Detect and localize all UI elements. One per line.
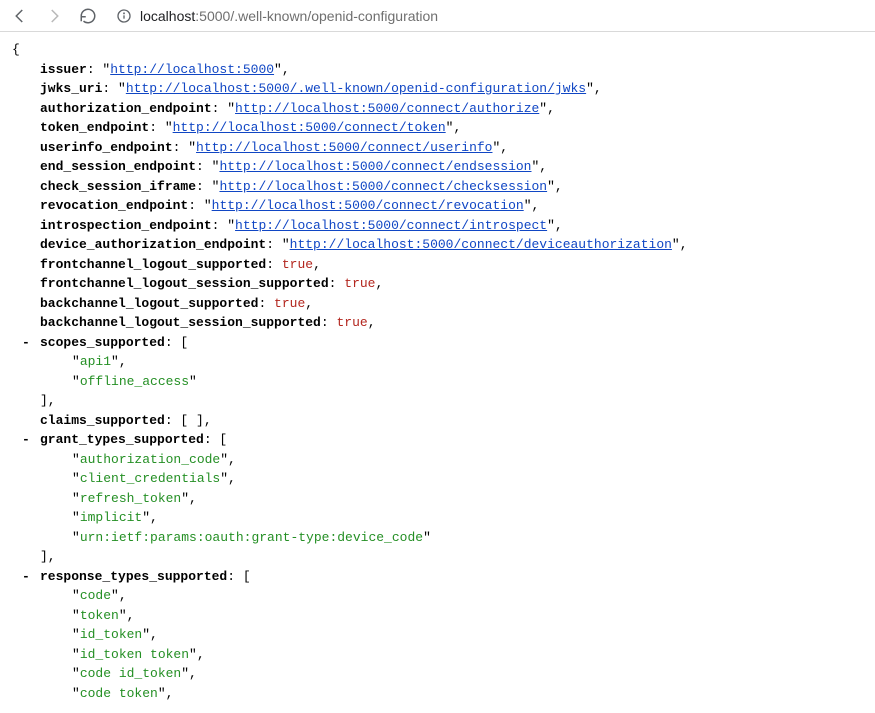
- json-key: revocation_endpoint: [40, 198, 188, 213]
- json-key: end_session_endpoint: [40, 159, 196, 174]
- json-key: scopes_supported: [40, 335, 165, 350]
- arrow-right-icon: [45, 7, 63, 25]
- json-string: id_token: [80, 627, 142, 642]
- json-bool: true: [336, 315, 367, 330]
- json-key: backchannel_logout_session_supported: [40, 315, 321, 330]
- json-string: code: [80, 588, 111, 603]
- json-row-frontchannel-logout-supported: frontchannel_logout_supported: true,: [8, 255, 867, 275]
- json-key: frontchannel_logout_session_supported: [40, 276, 329, 291]
- json-string: implicit: [80, 510, 142, 525]
- back-button[interactable]: [6, 2, 34, 30]
- json-row-grant-types-supported: -grant_types_supported: [: [8, 430, 867, 450]
- json-key: introspection_endpoint: [40, 218, 212, 233]
- json-string: token: [80, 608, 119, 623]
- json-link[interactable]: http://localhost:5000/connect/checksessi…: [219, 179, 547, 194]
- json-link[interactable]: http://localhost:5000/connect/token: [173, 120, 446, 135]
- json-string: id_token token: [80, 647, 189, 662]
- json-array-item: "urn:ietf:params:oauth:grant-type:device…: [8, 528, 867, 548]
- json-link[interactable]: http://localhost:5000/connect/deviceauth…: [290, 237, 672, 252]
- json-link[interactable]: http://localhost:5000/connect/revocation: [212, 198, 524, 213]
- json-row-jwks-uri: jwks_uri: "http://localhost:5000/.well-k…: [8, 79, 867, 99]
- json-array-item: "api1",: [8, 352, 867, 372]
- json-key: backchannel_logout_supported: [40, 296, 258, 311]
- json-key: response_types_supported: [40, 569, 227, 584]
- json-link[interactable]: http://localhost:5000: [110, 62, 274, 77]
- json-link[interactable]: http://localhost:5000/.well-known/openid…: [126, 81, 586, 96]
- json-string: offline_access: [80, 374, 189, 389]
- info-icon: [116, 8, 132, 24]
- json-key: check_session_iframe: [40, 179, 196, 194]
- json-string: code token: [80, 686, 158, 701]
- json-key: claims_supported: [40, 413, 165, 428]
- json-string: api1: [80, 354, 111, 369]
- json-array-item: "code token",: [8, 684, 867, 704]
- json-link[interactable]: http://localhost:5000/connect/introspect: [235, 218, 547, 233]
- json-key: issuer: [40, 62, 87, 77]
- json-array-item: "token",: [8, 606, 867, 626]
- json-row-introspection-endpoint: introspection_endpoint: "http://localhos…: [8, 216, 867, 236]
- json-row-token-endpoint: token_endpoint: "http://localhost:5000/c…: [8, 118, 867, 138]
- address-bar[interactable]: localhost:5000/.well-known/openid-config…: [108, 3, 869, 29]
- json-key: device_authorization_endpoint: [40, 237, 266, 252]
- json-bool: true: [274, 296, 305, 311]
- json-array-item: "offline_access": [8, 372, 867, 392]
- json-row-scopes-supported: -scopes_supported: [: [8, 333, 867, 353]
- json-row-issuer: issuer: "http://localhost:5000",: [8, 60, 867, 80]
- json-row-backchannel-logout-session-supported: backchannel_logout_session_supported: tr…: [8, 313, 867, 333]
- fold-toggle[interactable]: -: [22, 430, 30, 450]
- json-key: grant_types_supported: [40, 432, 204, 447]
- url-host: localhost: [140, 8, 195, 24]
- json-array-item: "authorization_code",: [8, 450, 867, 470]
- reload-icon: [79, 7, 97, 25]
- json-array-item: "implicit",: [8, 508, 867, 528]
- json-array-item: "client_credentials",: [8, 469, 867, 489]
- json-array-item: "id_token",: [8, 625, 867, 645]
- browser-toolbar: localhost:5000/.well-known/openid-config…: [0, 0, 875, 32]
- json-row-claims-supported: claims_supported: [ ],: [8, 411, 867, 431]
- json-array-close: ],: [8, 547, 867, 567]
- json-row-revocation-endpoint: revocation_endpoint: "http://localhost:5…: [8, 196, 867, 216]
- json-link[interactable]: http://localhost:5000/connect/endsession: [219, 159, 531, 174]
- arrow-left-icon: [11, 7, 29, 25]
- json-key: token_endpoint: [40, 120, 149, 135]
- json-array-item: "refresh_token",: [8, 489, 867, 509]
- json-key: jwks_uri: [40, 81, 102, 96]
- fold-toggle[interactable]: -: [22, 333, 30, 353]
- forward-button[interactable]: [40, 2, 68, 30]
- json-row-backchannel-logout-supported: backchannel_logout_supported: true,: [8, 294, 867, 314]
- url-text: localhost:5000/.well-known/openid-config…: [140, 8, 438, 24]
- json-key: authorization_endpoint: [40, 101, 212, 116]
- json-row-device-authorization-endpoint: device_authorization_endpoint: "http://l…: [8, 235, 867, 255]
- fold-toggle[interactable]: -: [22, 567, 30, 587]
- json-string: refresh_token: [80, 491, 181, 506]
- json-row-authorization-endpoint: authorization_endpoint: "http://localhos…: [8, 99, 867, 119]
- json-bool: true: [344, 276, 375, 291]
- json-row-frontchannel-logout-session-supported: frontchannel_logout_session_supported: t…: [8, 274, 867, 294]
- json-string: urn:ietf:params:oauth:grant-type:device_…: [80, 530, 423, 545]
- json-array-item: "code id_token",: [8, 664, 867, 684]
- json-link[interactable]: http://localhost:5000/connect/authorize: [235, 101, 539, 116]
- json-string: code id_token: [80, 666, 181, 681]
- json-key: frontchannel_logout_supported: [40, 257, 266, 272]
- json-string: authorization_code: [80, 452, 220, 467]
- json-array-item: "code",: [8, 586, 867, 606]
- reload-button[interactable]: [74, 2, 102, 30]
- json-row-response-types-supported: -response_types_supported: [: [8, 567, 867, 587]
- json-array-item: "id_token token",: [8, 645, 867, 665]
- url-port: :5000: [195, 8, 230, 24]
- json-row-check-session-iframe: check_session_iframe: "http://localhost:…: [8, 177, 867, 197]
- json-bool: true: [282, 257, 313, 272]
- json-string: client_credentials: [80, 471, 220, 486]
- json-array-close: ],: [8, 391, 867, 411]
- json-key: userinfo_endpoint: [40, 140, 173, 155]
- json-row-userinfo-endpoint: userinfo_endpoint: "http://localhost:500…: [8, 138, 867, 158]
- json-row-end-session-endpoint: end_session_endpoint: "http://localhost:…: [8, 157, 867, 177]
- open-brace: {: [8, 40, 867, 60]
- url-path: /.well-known/openid-configuration: [230, 8, 438, 24]
- json-link[interactable]: http://localhost:5000/connect/userinfo: [196, 140, 492, 155]
